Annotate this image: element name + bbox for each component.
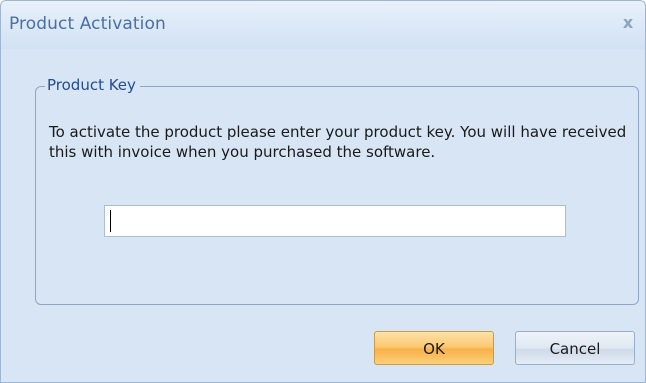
cancel-button[interactable]: Cancel: [515, 331, 635, 365]
groupbox-legend: Product Key: [45, 76, 140, 94]
product-activation-dialog: Product Activation x Product Key To acti…: [0, 0, 646, 383]
title-bar[interactable]: Product Activation x: [1, 1, 645, 49]
ok-button[interactable]: OK: [374, 331, 494, 365]
close-icon[interactable]: x: [619, 14, 637, 32]
product-key-input[interactable]: [104, 205, 566, 237]
text-caret: [110, 210, 111, 232]
activation-instructions: To activate the product please enter you…: [49, 123, 627, 161]
window-title: Product Activation: [9, 14, 166, 34]
product-key-groupbox: [35, 86, 639, 305]
